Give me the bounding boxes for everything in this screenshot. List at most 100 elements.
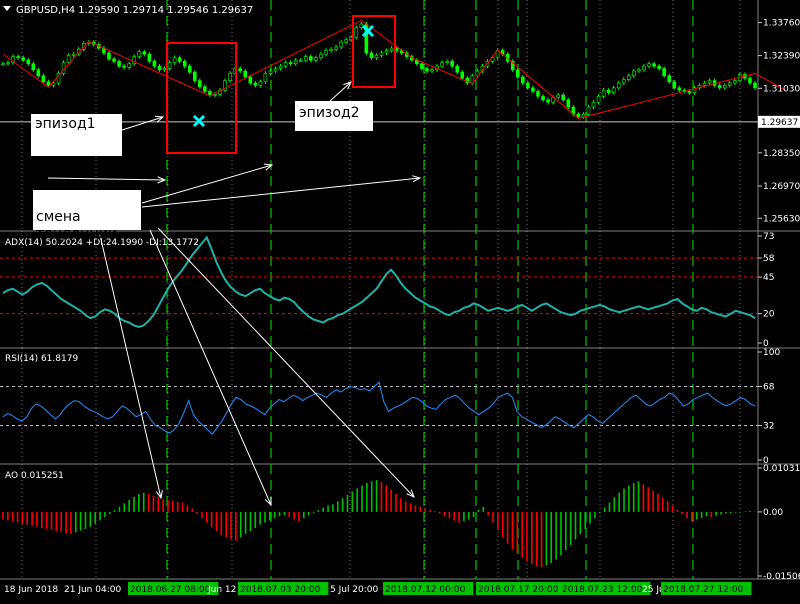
candle-body bbox=[278, 65, 283, 69]
candle-body bbox=[521, 76, 525, 84]
candle-body bbox=[41, 75, 46, 83]
episode2-box bbox=[352, 15, 396, 88]
candle-body bbox=[253, 82, 258, 86]
candle-body bbox=[430, 69, 434, 72]
price-candles bbox=[1, 21, 757, 119]
candle-body bbox=[354, 27, 359, 38]
candle-body bbox=[637, 69, 641, 72]
symbol-menu-icon[interactable] bbox=[3, 6, 11, 11]
time-axis-label: 2018.07.27 12:00 bbox=[663, 585, 744, 595]
candle-body bbox=[46, 81, 51, 86]
episode2-label-text: эпизод2 bbox=[299, 105, 360, 121]
candle-body bbox=[66, 55, 71, 63]
episode1-box bbox=[166, 42, 237, 154]
axis-tick-label: 68 bbox=[763, 383, 775, 393]
axis-tick-label: -0.015067 bbox=[763, 572, 800, 582]
candle-body bbox=[172, 57, 177, 63]
axis-tick-label: 45 bbox=[763, 273, 774, 283]
rsi-panel[interactable]: 10068320 RSI(14) 61.8179 bbox=[2, 348, 780, 466]
candle-body bbox=[455, 65, 460, 73]
candle-body bbox=[112, 58, 116, 62]
candle-body bbox=[727, 82, 732, 86]
candle-body bbox=[142, 51, 147, 55]
time-axis-label: 21 Jun 04:00 bbox=[64, 585, 121, 595]
candle-body bbox=[21, 57, 25, 61]
candle-body bbox=[243, 70, 248, 78]
candle-body bbox=[546, 99, 550, 103]
candle-body bbox=[515, 69, 520, 78]
annotation-arrow bbox=[47, 177, 166, 181]
episode1-label: эпизод1 bbox=[31, 114, 122, 156]
candle-body bbox=[117, 61, 121, 67]
episode2-label: эпизод2 bbox=[295, 101, 373, 131]
annotation-arrow bbox=[141, 177, 421, 208]
candle-body bbox=[162, 68, 167, 71]
axis-tick-label: 20 bbox=[763, 310, 775, 320]
price-tick-label: 1.28350 bbox=[763, 149, 800, 159]
candle-body bbox=[702, 82, 707, 86]
candle-body bbox=[606, 89, 611, 93]
adx-panel[interactable]: 735845200 ADX(14) 50.2024 +DI:24.1990 -D… bbox=[2, 232, 775, 349]
candle-body bbox=[677, 87, 682, 91]
axis-tick-label: 73 bbox=[763, 232, 774, 242]
axis-tick-label: 0.00 bbox=[763, 508, 783, 518]
candle-body bbox=[192, 71, 197, 81]
ao-panel-title: AO 0.015251 bbox=[5, 471, 64, 481]
candle-body bbox=[304, 56, 308, 61]
ao-panel[interactable]: 0.010317 0.00 -0.015067 AO 0.015251 bbox=[2, 464, 800, 582]
candle-body bbox=[440, 62, 444, 67]
ao-histogram bbox=[2, 479, 756, 568]
candle-body bbox=[627, 75, 631, 80]
candle-body bbox=[238, 68, 243, 72]
candle-body bbox=[586, 106, 591, 115]
ao-axis: 0.010317 0.00 -0.015067 bbox=[758, 464, 800, 582]
candle-body bbox=[339, 41, 343, 48]
time-axis-label: 2018.07.03 20:00 bbox=[240, 585, 321, 595]
time-axis-label: Jun 12 bbox=[207, 585, 236, 595]
candle-body bbox=[198, 80, 202, 87]
candle-body bbox=[687, 91, 692, 93]
candle-body bbox=[152, 61, 157, 67]
candle-body bbox=[657, 65, 661, 69]
candle-body bbox=[288, 62, 293, 65]
candle-body bbox=[420, 63, 424, 69]
candle-body bbox=[258, 81, 263, 86]
candle-body bbox=[647, 63, 651, 67]
candle-body bbox=[460, 71, 465, 79]
annotation-arrow bbox=[329, 81, 352, 102]
annotation-arrow bbox=[99, 234, 162, 499]
time-axis-label: 2018.06.27 08:00 bbox=[130, 585, 211, 595]
candle-body bbox=[324, 50, 328, 55]
axis-tick-label: 100 bbox=[763, 348, 780, 358]
candle-body bbox=[1, 63, 5, 66]
candle-body bbox=[707, 80, 712, 84]
candle-body bbox=[389, 47, 394, 51]
time-axis: 18 Jun 2018 21 Jun 04:00 2018.06.27 08:00J… bbox=[4, 582, 752, 595]
candle-body bbox=[591, 101, 596, 108]
trend-change-label: смена тенденции bbox=[33, 190, 141, 242]
candle-body bbox=[561, 94, 566, 101]
candle-body bbox=[6, 62, 10, 65]
candle-body bbox=[566, 99, 571, 108]
candle-body bbox=[733, 80, 737, 84]
candle-body bbox=[379, 52, 384, 56]
candle-body bbox=[187, 65, 192, 73]
candle-body bbox=[536, 91, 540, 97]
candle-body bbox=[203, 86, 207, 92]
candle-body bbox=[576, 113, 581, 118]
candle-body bbox=[268, 70, 273, 74]
candle-body bbox=[717, 85, 722, 89]
candle-body bbox=[213, 94, 217, 96]
chart-canvas: 1.33760 1.32390 1.31030 1.28350 1.26970 1.256… bbox=[0, 0, 800, 595]
candle-body bbox=[208, 91, 212, 96]
panel-frames bbox=[0, 0, 800, 580]
candle-body bbox=[182, 61, 187, 67]
price-tick-label: 1.32390 bbox=[763, 52, 800, 62]
candle-body bbox=[616, 82, 621, 89]
indicator-levels bbox=[0, 257, 758, 426]
candle-body bbox=[293, 59, 298, 65]
candle-body bbox=[107, 52, 111, 60]
candle-body bbox=[632, 70, 636, 77]
candle-body bbox=[334, 46, 338, 50]
candle-body bbox=[621, 79, 626, 84]
